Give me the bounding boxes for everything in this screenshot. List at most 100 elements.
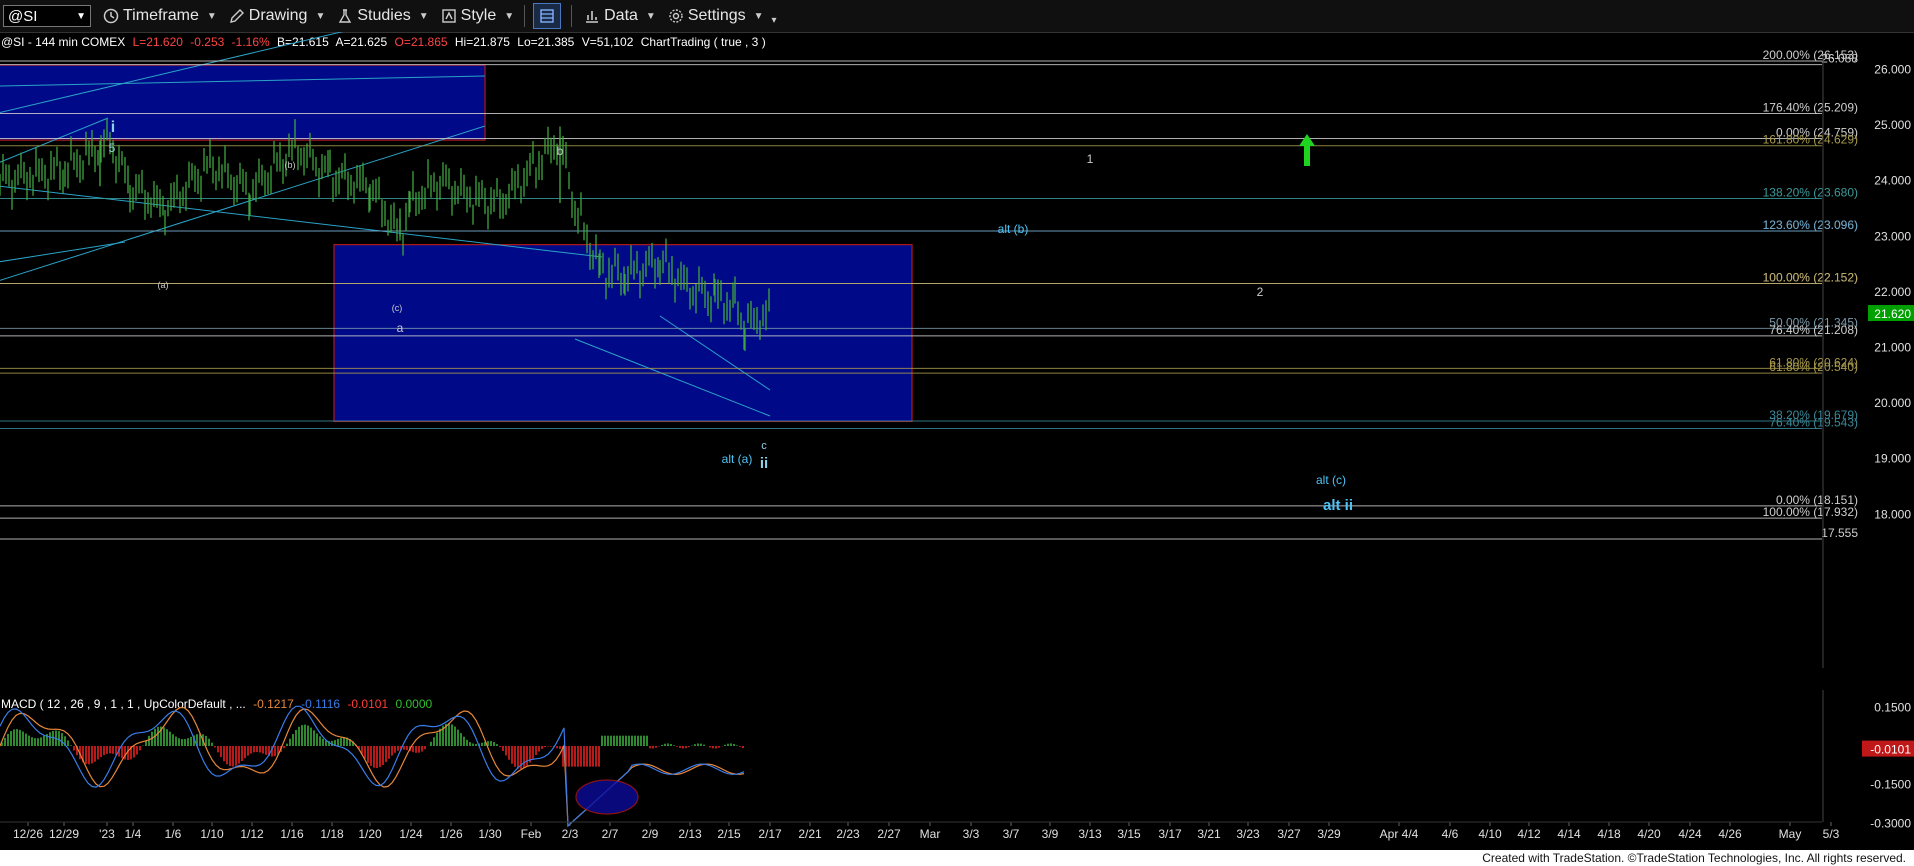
- trendline-4: [0, 185, 603, 258]
- studies-label: Studies: [357, 7, 411, 24]
- date-tick-label: 3/29: [1317, 827, 1341, 841]
- drawing-button[interactable]: Drawing ▼: [229, 7, 326, 25]
- layout-icon: [540, 9, 554, 23]
- settings-button[interactable]: Settings ▼ ▾: [668, 7, 777, 26]
- settings-label: Settings: [687, 7, 746, 24]
- status-last: L=21.620: [133, 35, 184, 49]
- date-tick-label: 2/23: [836, 827, 860, 841]
- price-tick-label: 21.000: [1874, 341, 1911, 355]
- wave-label: c: [761, 440, 767, 452]
- date-tick-label: 4/24: [1678, 827, 1702, 841]
- target-box-upper: [0, 64, 486, 141]
- chevron-down-icon: ▼: [315, 10, 326, 22]
- date-tick-label: '23: [99, 827, 115, 841]
- style-label: Style: [460, 7, 497, 24]
- macd-params: MACD ( 12 , 26 , 9 , 1 , 1 , UpColorDefa…: [1, 697, 246, 711]
- data-label: Data: [604, 7, 638, 24]
- fib-level-label: 26.088: [1821, 52, 1858, 66]
- date-tick-label: 4/26: [1718, 827, 1742, 841]
- date-tick-label: Apr 4/4: [1380, 827, 1419, 841]
- price-tick-label: 25.000: [1874, 118, 1911, 132]
- fib-level-label: 100.00% (22.152): [1763, 270, 1858, 284]
- target-box-lower: [333, 244, 913, 423]
- signal-line: [0, 705, 745, 828]
- date-axis: 12/26 12/29 '23 1/4 1/6 1/10 1/12 1/16 1/18 1/20 1…: [0, 821, 1840, 841]
- studies-button[interactable]: Studies ▼: [337, 7, 429, 25]
- price-chart[interactable]: @SI - 144 min COMEX L=21.620 -0.253 -1.1…: [0, 32, 1914, 850]
- date-tick-label: 1/16: [280, 827, 304, 841]
- date-tick-label: 2/9: [642, 827, 659, 841]
- fib-level-label: 138.20% (23.680): [1763, 185, 1858, 199]
- date-tick-label: 4/20: [1637, 827, 1661, 841]
- date-tick-label: 3/9: [1042, 827, 1059, 841]
- status-line: @SI - 144 min COMEX L=21.620 -0.253 -1.1…: [1, 35, 766, 49]
- layout-toggle-button[interactable]: [533, 3, 562, 29]
- date-tick-label: 1/6: [165, 827, 182, 841]
- date-tick-label: 3/27: [1277, 827, 1301, 841]
- date-tick-label: 1/12: [240, 827, 264, 841]
- macd-value-1: -0.1217: [253, 697, 294, 711]
- overflow-caret-icon[interactable]: ▾: [772, 15, 777, 26]
- timeframe-button[interactable]: Timeframe ▼: [103, 7, 217, 25]
- fib-level-label: 176.40% (25.209): [1763, 100, 1858, 114]
- date-tick-label: 2/3: [562, 827, 579, 841]
- macd-last-label: -0.0101: [1870, 743, 1911, 757]
- clock-icon: [103, 8, 119, 24]
- wave-label: alt (c): [1316, 473, 1346, 487]
- toolbar-divider: [524, 5, 526, 27]
- date-tick-label: 4/6: [1442, 827, 1459, 841]
- macd-line: [0, 706, 745, 828]
- date-tick-label: 2/21: [798, 827, 822, 841]
- style-button[interactable]: Style ▼: [441, 7, 514, 25]
- fib-level-label: 161.80% (24.629): [1763, 133, 1858, 147]
- price-tick-label: 22.000: [1874, 285, 1911, 299]
- symbol-input[interactable]: @SI ▼: [3, 5, 91, 27]
- price-tick-label: 20.000: [1874, 396, 1911, 410]
- macd-tick-label: 0.1500: [1874, 700, 1911, 714]
- chevron-down-icon: ▼: [206, 10, 217, 22]
- date-tick-label: 4/18: [1597, 827, 1621, 841]
- wave-label: 5: [109, 141, 116, 155]
- chevron-down-icon: ▼: [645, 10, 656, 22]
- symbol-dropdown-icon[interactable]: ▼: [76, 11, 86, 22]
- date-tick-label: 1/4: [125, 827, 142, 841]
- wave-label: alt (a): [722, 452, 753, 466]
- date-tick-label: 2/13: [678, 827, 702, 841]
- status-high: Hi=21.875: [455, 35, 510, 49]
- pencil-icon: [229, 9, 244, 23]
- macd-tick-label: -0.3000: [1870, 816, 1911, 830]
- wave-label: b: [557, 144, 564, 158]
- fib-level-label: 76.40% (19.543): [1769, 416, 1858, 430]
- price-tick-label: 18.000: [1874, 507, 1911, 521]
- date-tick-label: 4/10: [1478, 827, 1502, 841]
- date-tick-label: 12/29: [49, 827, 79, 841]
- macd-highlight-ellipse: [575, 779, 639, 815]
- wave-label: ii: [760, 455, 768, 472]
- date-tick-label: May: [1779, 827, 1802, 841]
- chevron-down-icon: ▼: [504, 10, 515, 22]
- data-button[interactable]: Data ▼: [584, 7, 656, 25]
- status-open: O=21.865: [395, 35, 448, 49]
- date-tick-label: 1/20: [358, 827, 382, 841]
- macd-value-2: -0.1116: [301, 697, 340, 711]
- date-tick-label: 2/7: [602, 827, 619, 841]
- price-tick-label: 26.000: [1874, 63, 1911, 77]
- price-layer: [0, 32, 913, 423]
- status-volume: V=51,102: [582, 35, 634, 49]
- date-tick-label: 2/17: [758, 827, 782, 841]
- status-ask: A=21.625: [335, 35, 387, 49]
- macd-panel: 0.1500 -0.1500 -0.3000 -0.0101: [0, 690, 1914, 830]
- date-tick-label: 3/15: [1117, 827, 1141, 841]
- wave-label: a: [397, 321, 404, 335]
- price-tick-label: 24.000: [1874, 174, 1911, 188]
- style-icon: [441, 9, 456, 23]
- flask-icon: [339, 9, 352, 23]
- date-tick-label: 2/27: [877, 827, 901, 841]
- fib-level-label: 100.00% (17.932): [1763, 505, 1858, 519]
- date-tick-label: 1/26: [439, 827, 463, 841]
- trendline-7: [0, 241, 126, 263]
- wave-label: alt ii: [1323, 497, 1353, 514]
- date-tick-label: 3/3: [963, 827, 980, 841]
- date-tick-label: 12/26: [13, 827, 43, 841]
- status-change-pct: -1.16%: [232, 35, 270, 49]
